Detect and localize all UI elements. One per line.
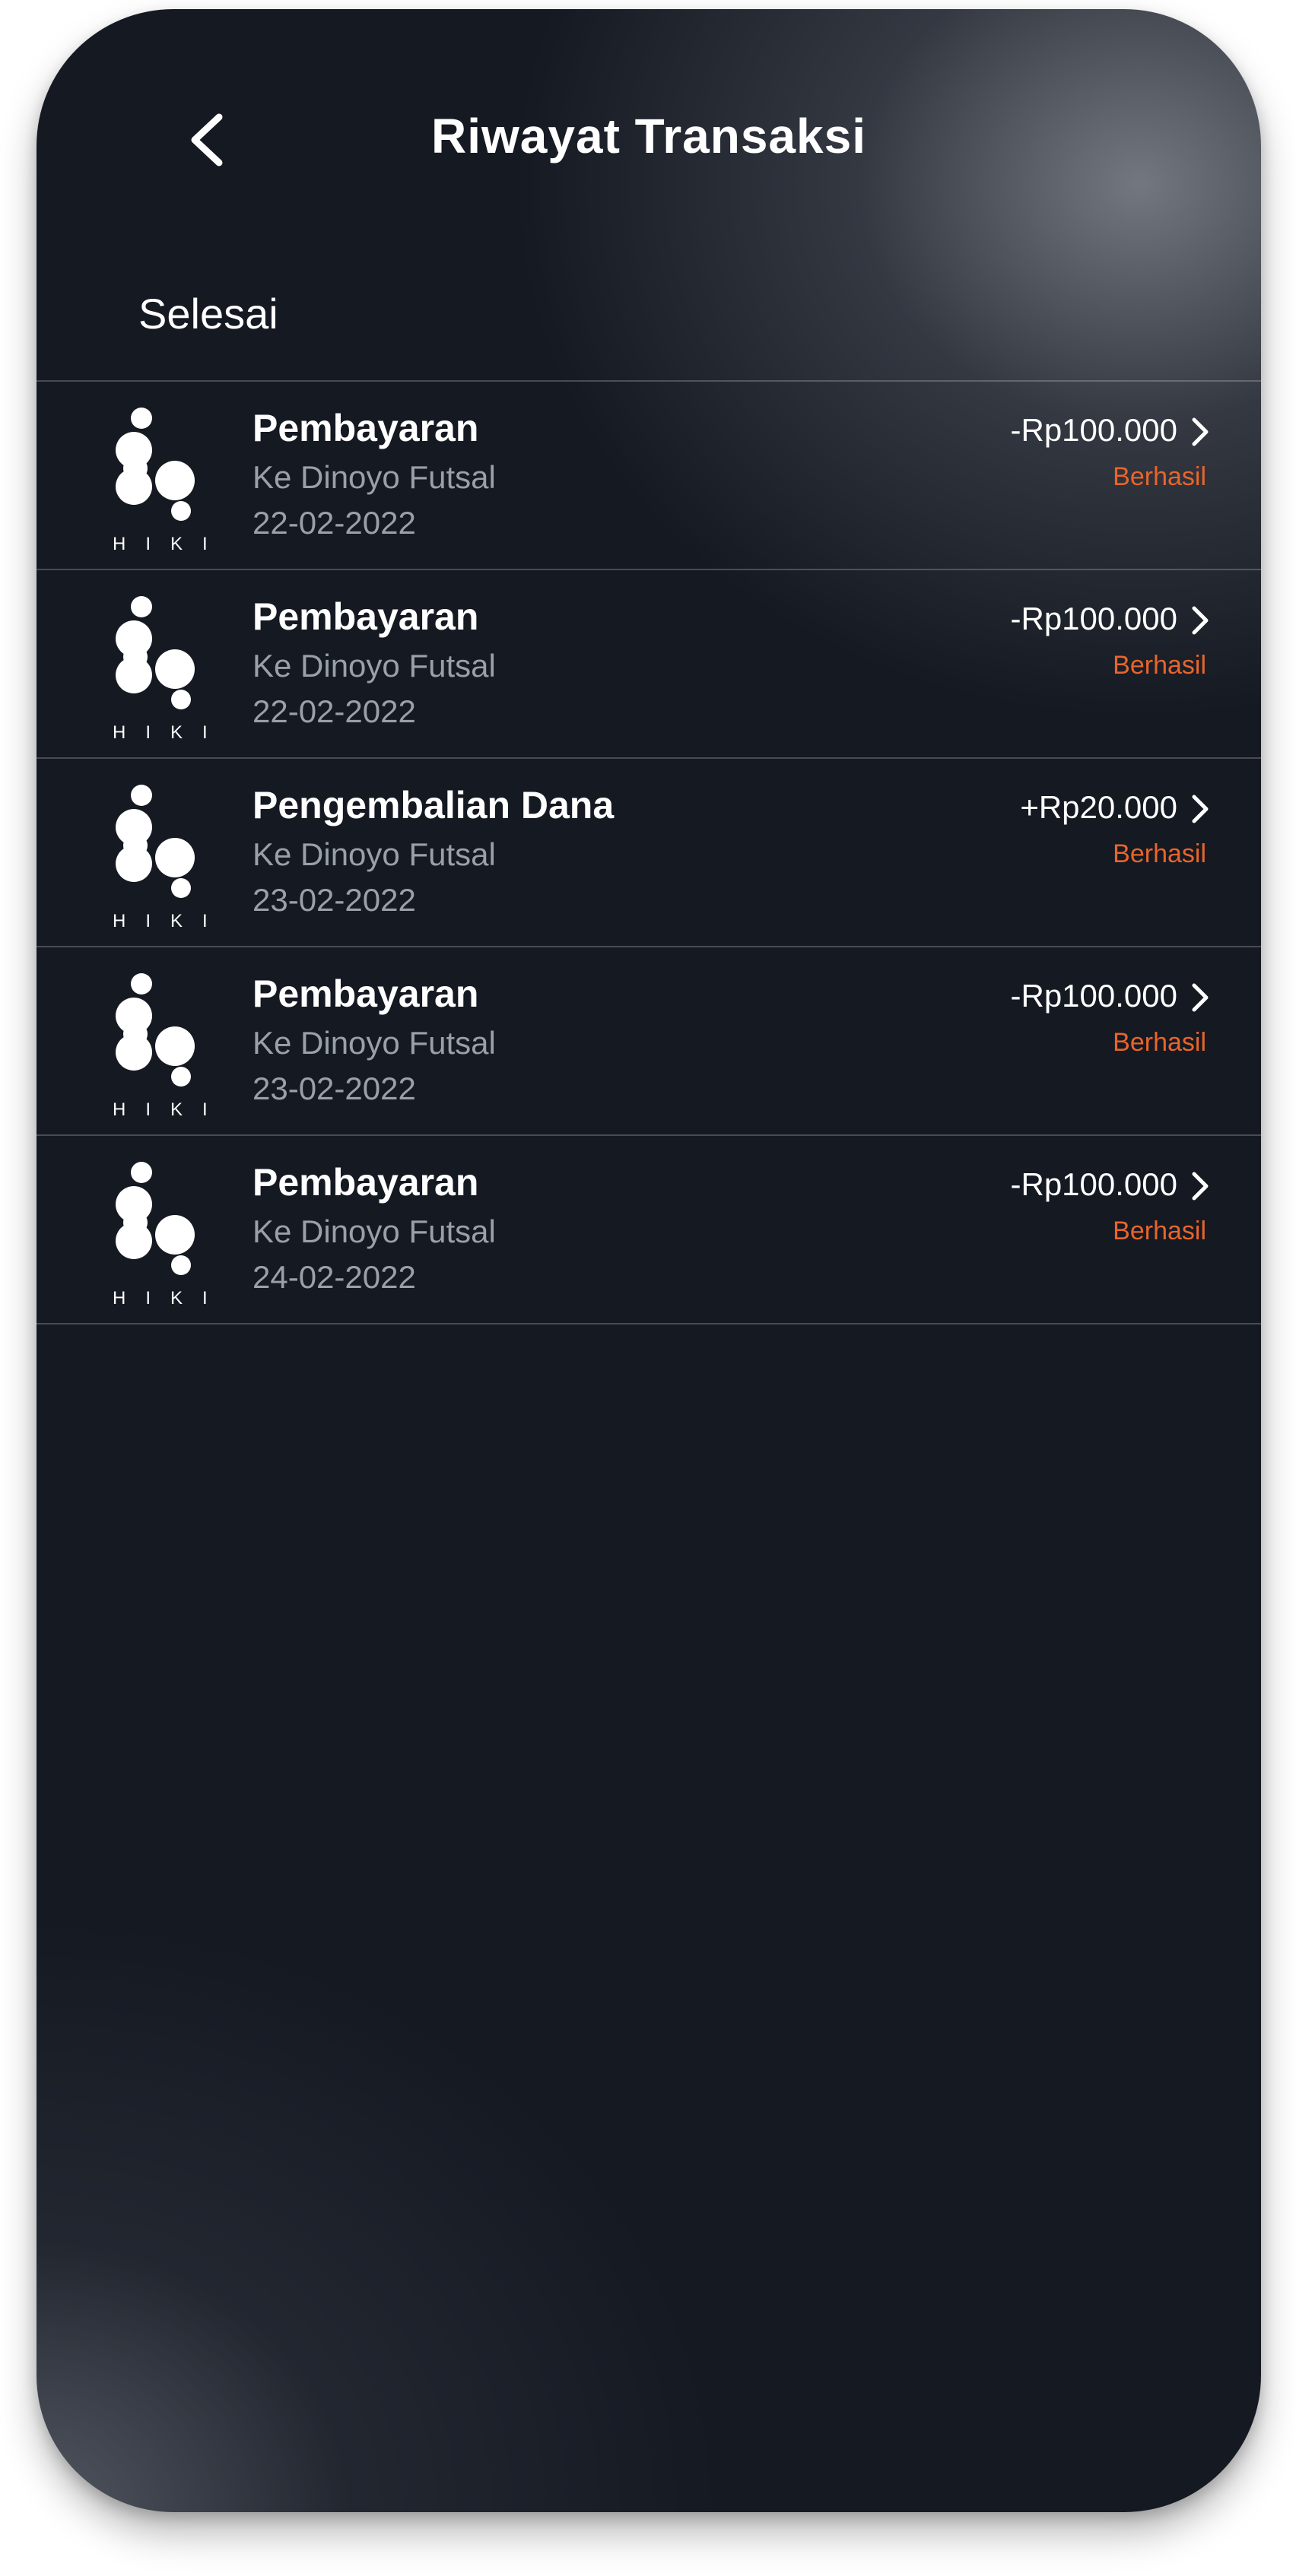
transaction-amount: +Rp20.000 xyxy=(1020,789,1177,825)
section-label: Selesai xyxy=(138,290,278,338)
chevron-right-icon xyxy=(1192,606,1209,635)
transaction-recipient: Ke Dinoyo Futsal xyxy=(253,1213,496,1249)
transaction-row[interactable]: HIKI Pembayaran Ke Dinoyo Futsal 22-02-2… xyxy=(37,570,1261,759)
transaction-row[interactable]: HIKI Pembayaran Ke Dinoyo Futsal 24-02-2… xyxy=(37,1136,1261,1324)
transaction-recipient: Ke Dinoyo Futsal xyxy=(253,459,496,495)
transaction-title: Pembayaran xyxy=(253,972,479,1015)
transaction-title: Pembayaran xyxy=(253,1161,479,1204)
status-badge: Berhasil xyxy=(1113,462,1206,491)
chevron-right-icon xyxy=(1192,795,1209,823)
logo-text: HIKI xyxy=(113,1288,227,1309)
transaction-date: 22-02-2022 xyxy=(253,505,416,541)
transaction-amount: -Rp100.000 xyxy=(1010,1166,1178,1202)
hiki-logo: HIKI xyxy=(102,970,227,1120)
chevron-right-icon xyxy=(1192,983,1209,1012)
transaction-date: 23-02-2022 xyxy=(253,882,416,918)
transaction-amount: -Rp100.000 xyxy=(1010,601,1178,636)
transaction-recipient: Ke Dinoyo Futsal xyxy=(253,1025,496,1061)
transaction-row[interactable]: HIKI Pengembalian Dana Ke Dinoyo Futsal … xyxy=(37,759,1261,947)
logo-text: HIKI xyxy=(113,1099,227,1120)
transaction-date: 23-02-2022 xyxy=(253,1071,416,1106)
transaction-title: Pembayaran xyxy=(253,595,479,638)
transaction-date: 22-02-2022 xyxy=(253,693,416,729)
transaction-list: HIKI Pembayaran Ke Dinoyo Futsal 22-02-2… xyxy=(37,380,1261,1324)
transaction-title: Pengembalian Dana xyxy=(253,784,615,826)
logo-text: HIKI xyxy=(113,722,227,743)
status-badge: Berhasil xyxy=(1113,651,1206,680)
hiki-logo: HIKI xyxy=(102,404,227,554)
transaction-row[interactable]: HIKI Pembayaran Ke Dinoyo Futsal 23-02-2… xyxy=(37,947,1261,1136)
transaction-amount: -Rp100.000 xyxy=(1010,978,1178,1014)
hiki-logo: HIKI xyxy=(102,782,227,931)
page-title: Riwayat Transaksi xyxy=(431,109,866,163)
status-badge: Berhasil xyxy=(1113,1028,1206,1057)
transaction-amount: -Rp100.000 xyxy=(1010,412,1178,448)
transaction-row[interactable]: HIKI Pembayaran Ke Dinoyo Futsal 22-02-2… xyxy=(37,382,1261,570)
status-badge: Berhasil xyxy=(1113,839,1206,868)
logo-text: HIKI xyxy=(113,534,227,554)
status-badge: Berhasil xyxy=(1113,1217,1206,1245)
transaction-title: Pembayaran xyxy=(253,407,479,449)
chevron-right-icon xyxy=(1192,1172,1209,1201)
phone-screen: Riwayat Transaksi Selesai HIKI Pembayara… xyxy=(37,9,1261,2512)
transaction-recipient: Ke Dinoyo Futsal xyxy=(253,648,496,684)
chevron-right-icon xyxy=(1192,417,1209,446)
transaction-date: 24-02-2022 xyxy=(253,1259,416,1295)
hiki-logo: HIKI xyxy=(102,1159,227,1309)
hiki-logo: HIKI xyxy=(102,593,227,743)
logo-text: HIKI xyxy=(113,911,227,931)
transaction-recipient: Ke Dinoyo Futsal xyxy=(253,836,496,872)
